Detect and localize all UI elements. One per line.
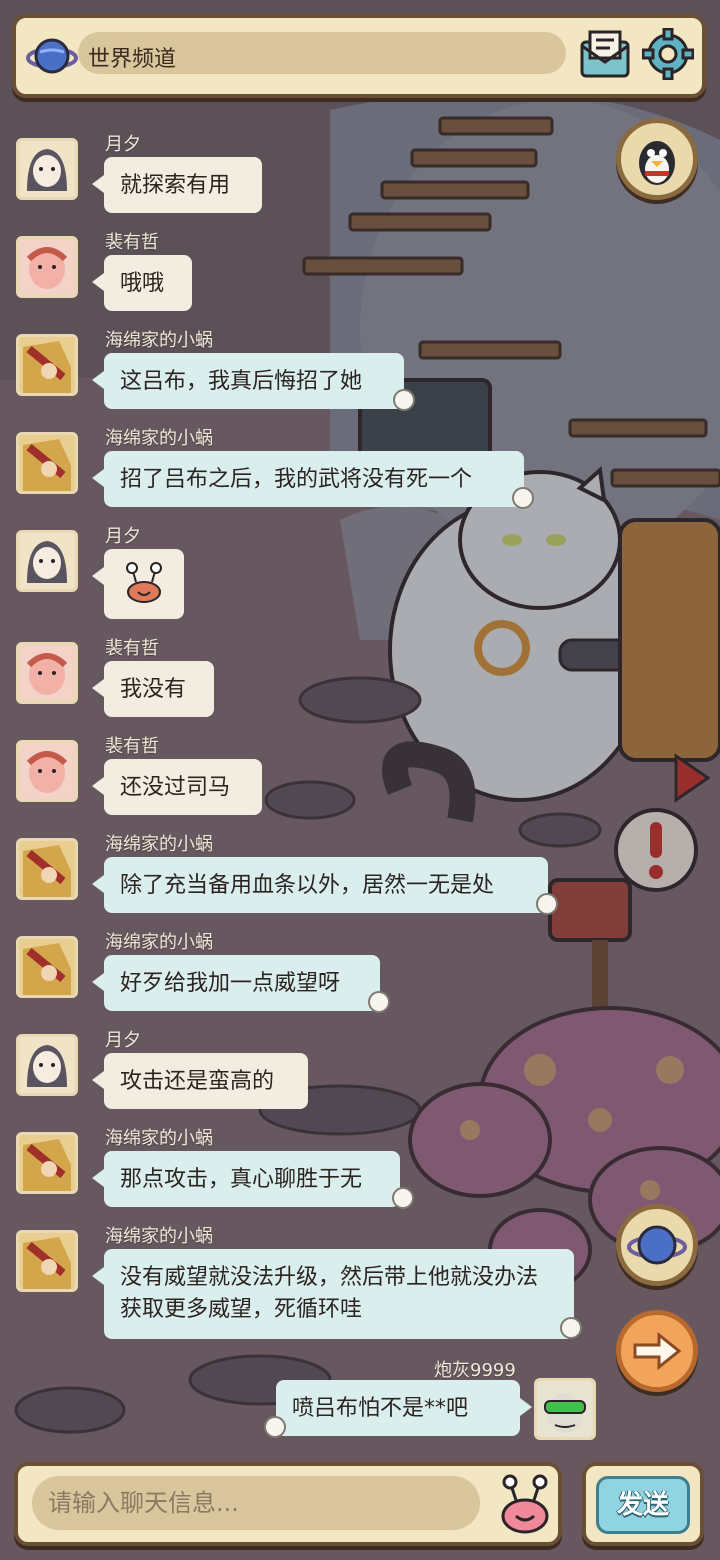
message-bubble: 还没过司马	[92, 759, 262, 815]
username: 海绵家的小蜗	[105, 428, 213, 449]
chat-badge-icon	[264, 1416, 286, 1438]
message-bubble: 喷吕布怕不是**吧	[276, 1380, 532, 1436]
username: 海绵家的小蜗	[105, 834, 213, 855]
message-bubble: 这吕布，我真后悔招了她	[92, 353, 404, 409]
chat-badge-icon	[392, 1187, 414, 1209]
user-avatar[interactable]	[16, 334, 78, 396]
warrior-avatar-icon	[23, 943, 71, 995]
username: 炮灰9999	[434, 1360, 516, 1381]
warrior-avatar-icon	[23, 845, 71, 897]
girl-avatar-icon	[27, 149, 67, 191]
user-avatar[interactable]	[16, 138, 78, 200]
user-avatar[interactable]	[16, 642, 78, 704]
arrow-right-icon	[633, 1331, 682, 1371]
channel-title-bar[interactable]: 世界频道	[78, 32, 566, 74]
goggles-avatar-icon	[544, 1393, 586, 1433]
man-avatar-icon	[26, 653, 68, 695]
planet-icon	[26, 38, 78, 74]
chat-input[interactable]	[32, 1476, 480, 1530]
user-avatar[interactable]	[16, 432, 78, 494]
user-avatar[interactable]	[16, 1034, 78, 1096]
next-arrow-button[interactable]	[616, 1310, 698, 1392]
snail-emoji-icon	[126, 562, 162, 603]
user-avatar[interactable]	[16, 236, 78, 298]
man-avatar-icon	[26, 247, 68, 289]
username: 海绵家的小蜗	[105, 932, 213, 953]
warrior-avatar-icon	[23, 1139, 71, 1191]
message-bubble: 那点攻击，真心聊胜于无	[92, 1151, 400, 1207]
message-bubble: 哦哦	[92, 255, 192, 311]
planet-icon	[627, 1225, 687, 1265]
user-avatar[interactable]	[16, 1230, 78, 1292]
chat-badge-icon	[536, 893, 558, 915]
world-channel-button[interactable]	[616, 1204, 698, 1286]
chat-badge-icon	[368, 991, 390, 1013]
emoji-snail-icon[interactable]	[496, 1474, 554, 1536]
user-avatar[interactable]	[534, 1378, 596, 1440]
channel-header: 世界频道	[12, 14, 706, 98]
username: 海绵家的小蜗	[105, 1226, 213, 1247]
message-bubble: 攻击还是蛮高的	[92, 1053, 308, 1109]
username: 海绵家的小蜗	[105, 1128, 213, 1149]
penguin-button[interactable]	[616, 118, 698, 200]
message-bubble	[92, 549, 184, 619]
message-bubble: 好歹给我加一点威望呀	[92, 955, 380, 1011]
username: 月夕	[105, 526, 141, 547]
mail-icon[interactable]	[578, 28, 632, 80]
girl-avatar-icon	[27, 1045, 67, 1087]
username: 裴有哲	[105, 232, 159, 253]
user-avatar[interactable]	[16, 530, 78, 592]
user-avatar[interactable]	[16, 838, 78, 900]
user-avatar[interactable]	[16, 740, 78, 802]
username: 月夕	[105, 1030, 141, 1051]
girl-avatar-icon	[27, 541, 67, 583]
chat-badge-icon	[393, 389, 415, 411]
warrior-avatar-icon	[23, 1237, 71, 1289]
message-bubble: 就探索有用	[92, 157, 262, 213]
username: 裴有哲	[105, 736, 159, 757]
penguin-icon	[639, 141, 675, 185]
username: 月夕	[105, 134, 141, 155]
man-avatar-icon	[26, 751, 68, 793]
user-avatar[interactable]	[16, 936, 78, 998]
settings-gear-icon[interactable]	[642, 28, 694, 80]
message-bubble: 没有威望就没法升级，然后带上他就没办法获取更多威望，死循环哇	[92, 1249, 574, 1339]
chat-badge-icon	[560, 1317, 582, 1339]
channel-title: 世界频道	[88, 47, 177, 72]
send-panel: 发送	[582, 1462, 704, 1546]
message-bubble: 除了充当备用血条以外，居然一无是处	[92, 857, 548, 913]
chat-input-bar	[14, 1462, 562, 1546]
user-avatar[interactable]	[16, 1132, 78, 1194]
warrior-avatar-icon	[23, 341, 71, 393]
warrior-avatar-icon	[23, 439, 71, 491]
chat-badge-icon	[512, 487, 534, 509]
send-button[interactable]: 发送	[596, 1476, 690, 1534]
username: 海绵家的小蜗	[105, 330, 213, 351]
username: 裴有哲	[105, 638, 159, 659]
message-bubble: 招了吕布之后，我的武将没有死一个	[92, 451, 524, 507]
message-bubble: 我没有	[92, 661, 214, 717]
